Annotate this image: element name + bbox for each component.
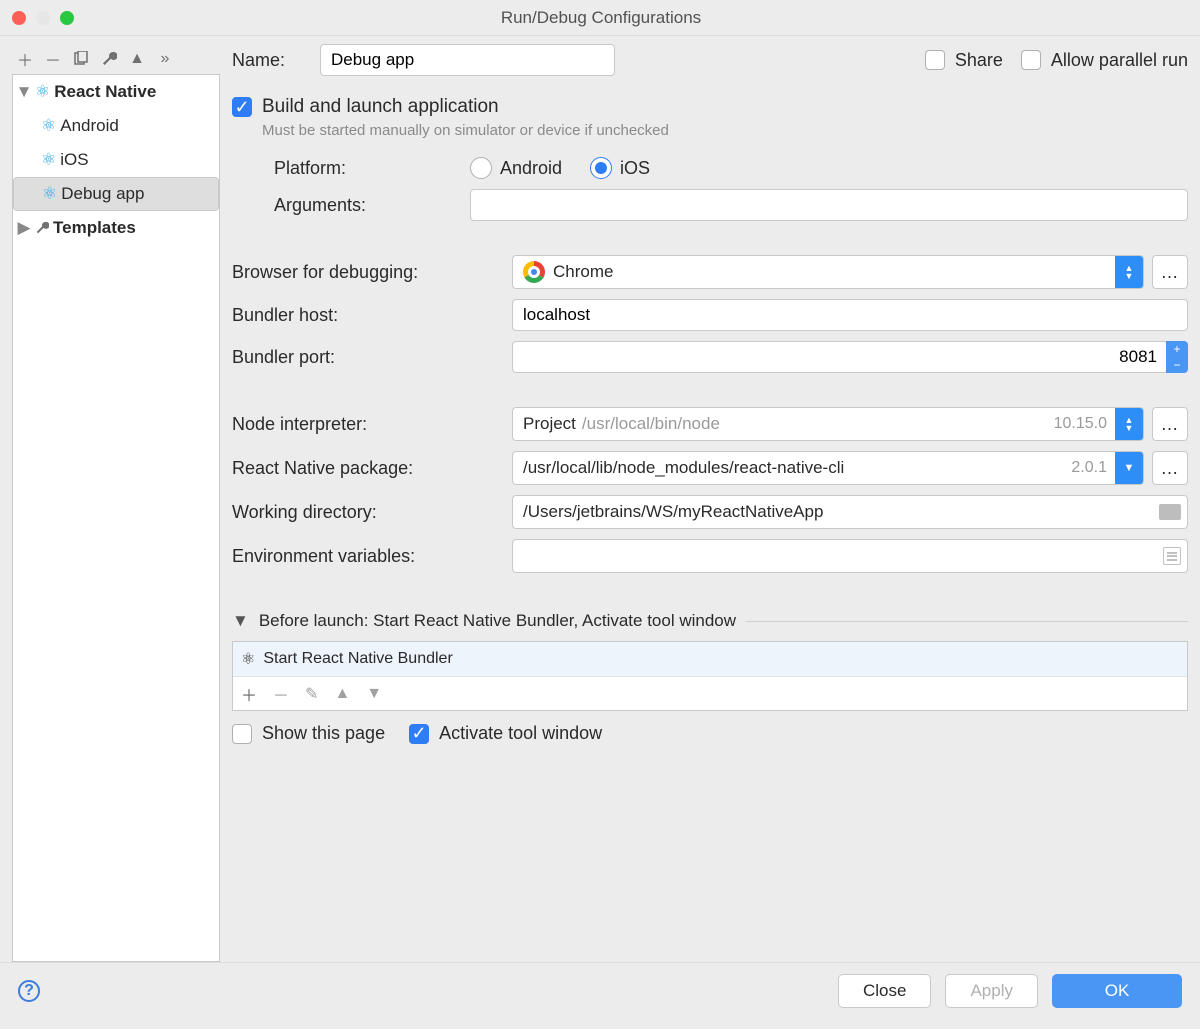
arguments-label: Arguments: <box>232 195 470 216</box>
add-icon[interactable]: ＋ <box>241 682 257 706</box>
before-launch-list: ⚛ Start React Native Bundler ＋ － ✎ ▲ ▼ <box>232 641 1188 711</box>
browser-select[interactable]: Chrome ▲▼ <box>512 255 1144 289</box>
name-label: Name: <box>232 50 302 71</box>
dropdown-arrows-icon: ▲▼ <box>1115 256 1143 288</box>
chevron-down-icon: ▼ <box>1115 452 1143 484</box>
browse-button[interactable]: … <box>1152 407 1188 441</box>
node-label: Node interpreter: <box>232 414 512 435</box>
tree-item-android[interactable]: ⚛ Android <box>13 109 219 143</box>
wrench-icon <box>35 221 49 235</box>
window-title: Run/Debug Configurations <box>14 8 1188 28</box>
dropdown-arrows-icon: ▲▼ <box>1115 408 1143 440</box>
copy-config-icon[interactable] <box>72 51 90 67</box>
plus-icon: + <box>1166 341 1188 357</box>
platform-label: Platform: <box>232 158 470 179</box>
react-icon: ⚛ <box>35 82 50 102</box>
add-config-icon[interactable]: ＋ <box>16 47 34 71</box>
config-tree: ▼ ⚛ React Native ⚛ Android ⚛ iOS ⚛ Debug… <box>12 74 220 962</box>
bundler-host-label: Bundler host: <box>232 305 512 326</box>
tree-item-ios[interactable]: ⚛ iOS <box>13 143 219 177</box>
browse-button[interactable]: … <box>1152 255 1188 289</box>
check-icon: ✓ <box>232 97 252 117</box>
help-icon[interactable]: ? <box>18 980 40 1002</box>
platform-ios-radio[interactable]: iOS <box>590 157 650 179</box>
apply-button[interactable]: Apply <box>945 974 1038 1008</box>
chevron-right-icon: ▶ <box>17 218 31 238</box>
bundler-port-label: Bundler port: <box>232 347 512 368</box>
remove-config-icon[interactable]: － <box>44 47 62 71</box>
env-input[interactable] <box>512 539 1188 573</box>
react-icon: ⚛ <box>41 150 56 170</box>
pkg-label: React Native package: <box>232 458 512 479</box>
env-label: Environment variables: <box>232 546 512 567</box>
wd-label: Working directory: <box>232 502 512 523</box>
bundler-port-input[interactable] <box>512 341 1168 373</box>
port-stepper[interactable]: +− <box>1166 341 1188 373</box>
edit-icon[interactable]: ✎ <box>305 684 318 704</box>
share-checkbox[interactable]: Share <box>925 50 1003 71</box>
minus-icon: − <box>1166 357 1188 373</box>
up-icon[interactable]: ▲ <box>128 50 146 68</box>
tree-react-native[interactable]: ▼ ⚛ React Native <box>13 75 219 109</box>
dialog-footer: ? Close Apply OK <box>0 962 1200 1018</box>
before-launch-header: Before launch: Start React Native Bundle… <box>259 611 736 631</box>
chevron-down-icon[interactable]: ▼ <box>232 611 249 631</box>
chrome-icon <box>523 261 545 283</box>
browser-label: Browser for debugging: <box>232 262 512 283</box>
tree-item-debug-app[interactable]: ⚛ Debug app <box>13 177 219 211</box>
node-select[interactable]: Project/usr/local/bin/node 10.15.0 ▲▼ <box>512 407 1144 441</box>
up-icon[interactable]: ▲ <box>334 685 350 703</box>
down-icon[interactable]: ▼ <box>366 685 382 703</box>
wrench-icon[interactable] <box>100 51 118 67</box>
pkg-select[interactable]: /usr/local/lib/node_modules/react-native… <box>512 451 1144 485</box>
arguments-input[interactable] <box>470 189 1188 221</box>
activate-tool-checkbox[interactable]: ✓Activate tool window <box>409 723 602 744</box>
chevron-down-icon: ▼ <box>17 82 31 102</box>
config-sidebar: ＋ － ▲ » ▼ ⚛ React Native ⚛ Android ⚛ iOS… <box>12 44 220 962</box>
platform-android-radio[interactable]: Android <box>470 157 562 179</box>
ok-button[interactable]: OK <box>1052 974 1182 1008</box>
wd-input[interactable]: /Users/jetbrains/WS/myReactNativeApp <box>512 495 1188 529</box>
folder-icon[interactable] <box>1159 504 1181 520</box>
build-hint: Must be started manually on simulator or… <box>262 122 1188 139</box>
close-button[interactable]: Close <box>838 974 931 1008</box>
list-icon[interactable] <box>1163 547 1181 565</box>
build-launch-checkbox[interactable]: ✓ Build and launch application <box>232 96 1188 118</box>
react-icon: ⚛ <box>42 184 57 204</box>
name-input[interactable] <box>320 44 615 76</box>
react-icon: ⚛ <box>41 116 56 136</box>
tree-templates[interactable]: ▶ Templates <box>13 211 219 245</box>
browse-button[interactable]: … <box>1152 451 1188 485</box>
titlebar: Run/Debug Configurations <box>0 0 1200 36</box>
before-launch-item[interactable]: ⚛ Start React Native Bundler <box>233 642 1187 676</box>
react-icon: ⚛ <box>241 649 255 669</box>
parallel-checkbox[interactable]: Allow parallel run <box>1021 50 1188 71</box>
show-page-checkbox[interactable]: Show this page <box>232 723 385 744</box>
bundler-host-input[interactable] <box>512 299 1188 331</box>
sidebar-toolbar: ＋ － ▲ » <box>12 44 220 74</box>
more-icon[interactable]: » <box>156 50 174 68</box>
remove-icon[interactable]: － <box>273 682 289 706</box>
check-icon: ✓ <box>409 724 429 744</box>
form-panel: Name: Share Allow parallel run ✓ Build a… <box>232 44 1188 962</box>
